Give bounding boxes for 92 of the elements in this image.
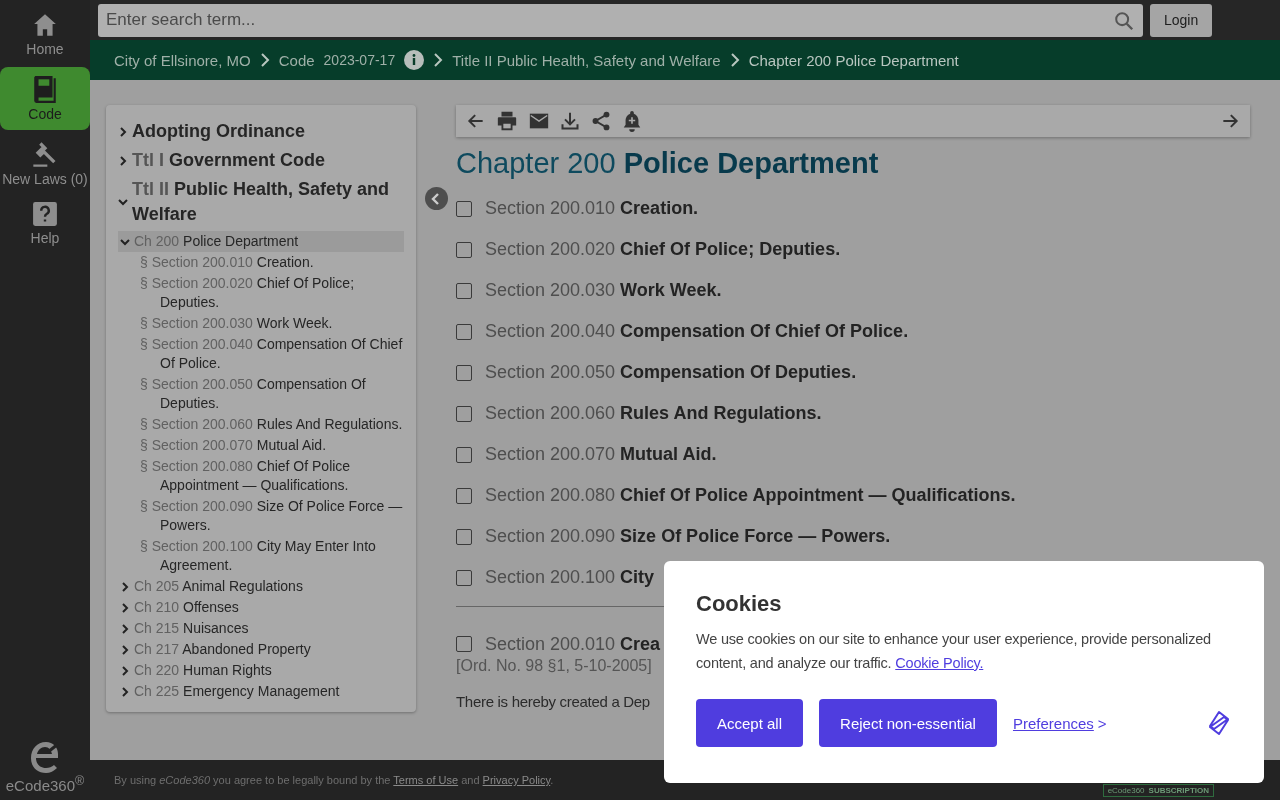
section-link[interactable]: Section 200.020 Chief Of Police; Deputies. xyxy=(485,239,841,260)
section-link[interactable]: Section 200.010 Creation. xyxy=(485,198,699,219)
history-note: [Ord. No. 98 §1, 5-10-2005] xyxy=(456,657,652,675)
section-link[interactable]: Section 200.040 Compensation Of Chief Of Police. xyxy=(485,321,909,342)
info-icon[interactable] xyxy=(404,50,425,70)
bell-plus-icon[interactable] xyxy=(622,110,642,132)
breadcrumb-link[interactable]: Title II Public Health, Safety and Welfare xyxy=(452,51,721,69)
preferences-link[interactable]: Preferences xyxy=(1012,714,1094,732)
toc-chapter-item[interactable]: Ch 217 Abandoned Property xyxy=(118,639,404,660)
toc-section-link[interactable]: § Section 200.050 Compensation Of Deputies. xyxy=(118,374,404,414)
checkbox[interactable] xyxy=(456,241,472,258)
book-icon xyxy=(32,75,58,103)
breadcrumb-link[interactable]: Code xyxy=(278,51,315,69)
toc-chapter-item[interactable]: Ch 200 Police Department xyxy=(118,231,404,252)
section-link[interactable]: Section 200.090 Size Of Police Force — Powers. xyxy=(485,526,891,547)
checkbox[interactable] xyxy=(456,569,472,586)
chevron-right-icon[interactable] xyxy=(118,126,128,137)
section-link[interactable]: Section 200.080 Chief Of Police Appointment — Qualifications. xyxy=(485,485,1016,506)
version-date: 2023-07-17 xyxy=(323,52,396,68)
toc-chapter-item[interactable]: Ch 215 Nuisances xyxy=(118,618,404,639)
breadcrumb-link[interactable]: City of Ellsinore, MO xyxy=(114,51,251,69)
toc-section-link[interactable]: § Section 200.010 Creation. xyxy=(118,252,404,273)
toc-chapter-item[interactable]: Ch 225 Emergency Management xyxy=(118,681,404,702)
section-link[interactable]: Section 200.060 Rules And Regulations. xyxy=(485,403,822,424)
checkbox[interactable] xyxy=(456,405,472,422)
accept-all-button[interactable]: Accept all xyxy=(696,699,804,747)
toc-title-link[interactable]: Adopting Ordinance xyxy=(132,119,305,144)
section-link[interactable]: Section 200.030 Work Week. xyxy=(485,280,722,301)
subscription-badge[interactable]: eCode360 SUBSCRIPTION xyxy=(1102,784,1214,797)
chevron-right-icon[interactable] xyxy=(120,644,130,655)
chapter-heading: Chapter 200 Police Department xyxy=(456,147,880,180)
chevron-down-icon[interactable] xyxy=(118,197,128,207)
chevron-icon xyxy=(433,53,444,67)
toc-section-link[interactable]: § Section 200.080 Chief Of Police Appointment — Qualifications. xyxy=(118,456,404,496)
download-icon[interactable] xyxy=(560,111,580,131)
toc-chapter-item[interactable]: Ch 220 Human Rights xyxy=(118,660,404,681)
nav-item[interactable]: Code xyxy=(0,67,90,130)
layers-logo-icon xyxy=(1206,710,1232,736)
collapse-button[interactable] xyxy=(424,187,448,210)
checkbox[interactable] xyxy=(456,364,472,381)
chevron-right-icon[interactable] xyxy=(120,602,130,613)
chevron-left-icon xyxy=(431,192,441,205)
nav-item[interactable]: New Laws (0) xyxy=(0,136,90,191)
toc-section-link[interactable]: § Section 200.060 Rules And Regulations. xyxy=(118,414,404,435)
cookie-policy-link[interactable]: Cookie Policy. xyxy=(895,655,984,671)
checkbox[interactable] xyxy=(456,282,472,299)
section-link[interactable]: Section 200.100 City xyxy=(485,567,655,588)
nav-item[interactable]: Help xyxy=(0,197,90,250)
toc-chapter-item[interactable]: Ch 210 Offenses xyxy=(118,597,404,618)
toc-section-link[interactable]: § Section 200.090 Size Of Police Force — Powers. xyxy=(118,496,404,536)
checkbox[interactable] xyxy=(456,446,472,463)
arrow-glyph: > xyxy=(1097,714,1107,732)
toc-section-link[interactable]: § Section 200.020 Chief Of Police; Deputies. xyxy=(118,273,404,313)
section-link[interactable]: Section 200.050 Compensation Of Deputies. xyxy=(485,362,857,383)
checkbox[interactable] xyxy=(456,323,472,340)
toc-section-link[interactable]: § Section 200.040 Compensation Of Chief Of Police. xyxy=(118,334,404,374)
reject-button[interactable]: Reject non-essential xyxy=(819,699,997,747)
section-link[interactable]: Section 200.070 Mutual Aid. xyxy=(485,444,717,465)
toc-section-link[interactable]: § Section 200.030 Work Week. xyxy=(118,313,404,334)
chevron-right-icon[interactable] xyxy=(120,581,130,592)
chevron-right-icon[interactable] xyxy=(118,155,128,166)
chevron-right-icon[interactable] xyxy=(120,623,130,634)
footer-link[interactable]: Terms of Use xyxy=(393,774,459,786)
login-button[interactable]: Login xyxy=(1150,3,1213,37)
home-icon xyxy=(32,12,58,38)
toc-chapter-item[interactable]: Ch 205 Animal Regulations xyxy=(118,576,404,597)
dialog-text: We use cookies on our site to enhance your user experience, provide personalized content, and analyze our traffic. Cookie Policy. xyxy=(696,630,1212,673)
section-text: There is hereby created a Dep xyxy=(456,693,650,710)
logo-text: eCode360$^{®}$ xyxy=(5,774,85,794)
chevron-down-icon[interactable] xyxy=(120,236,130,247)
legal-notice: By using eCode360 you agree to be legally bound by the Terms of Use and Privacy Policy. xyxy=(114,774,554,786)
section-heading: Section 200.010 Crea xyxy=(485,633,661,655)
search-field[interactable]: Enter search term... xyxy=(98,3,1143,37)
toc-section-link[interactable]: § Section 200.070 Mutual Aid. xyxy=(118,435,404,456)
dialog-title: Cookies xyxy=(696,591,783,617)
checkbox[interactable] xyxy=(456,487,472,504)
chevron-right-icon[interactable] xyxy=(120,665,130,676)
checkbox[interactable] xyxy=(456,200,472,217)
breadcrumb-link[interactable]: Chapter 200 Police Department xyxy=(748,51,959,69)
chevron-icon xyxy=(729,53,740,67)
printer-icon[interactable] xyxy=(496,110,518,132)
checkbox[interactable] xyxy=(456,636,472,652)
share-icon[interactable] xyxy=(590,110,612,132)
search-icon[interactable] xyxy=(1113,9,1135,32)
chevron-right-icon[interactable] xyxy=(120,686,130,697)
toc-title-link[interactable]: Ttl I Government Code xyxy=(132,148,326,173)
toc-title-link[interactable]: Ttl II Public Health, Safety and Welfare xyxy=(132,177,404,227)
help-icon xyxy=(32,201,58,227)
toc-section-link[interactable]: § Section 200.100 City May Enter Into Agreement. xyxy=(118,536,404,576)
nav-item[interactable]: Home xyxy=(0,8,90,61)
chevron-icon xyxy=(259,53,270,67)
checkbox[interactable] xyxy=(456,528,472,545)
